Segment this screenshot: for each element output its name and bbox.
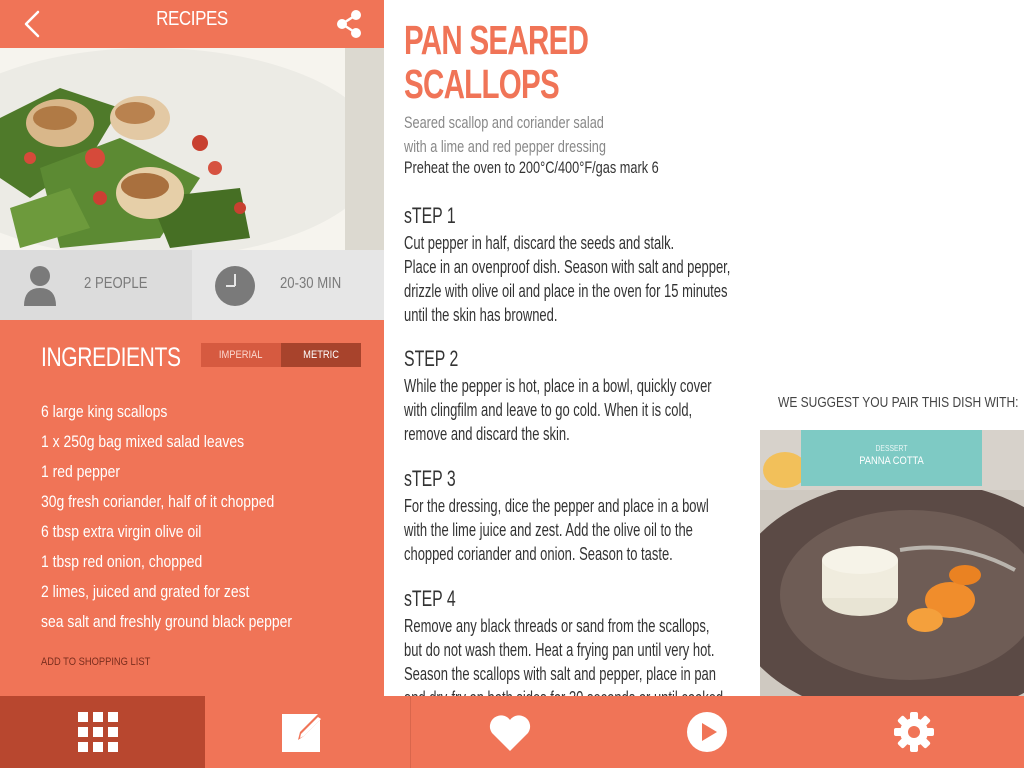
step-2: STEP 2 While the pepper is hot, place in… bbox=[404, 344, 735, 446]
edit-icon bbox=[282, 712, 324, 752]
heart-icon bbox=[489, 715, 531, 751]
tab-favorites[interactable] bbox=[411, 696, 607, 768]
recipe-photo bbox=[0, 48, 384, 250]
imperial-toggle[interactable]: IMPERIAL bbox=[201, 343, 281, 367]
step-heading: STEP 2 bbox=[404, 346, 459, 371]
person-icon bbox=[24, 266, 56, 306]
tab-play-video[interactable] bbox=[607, 696, 807, 768]
add-to-shopping-list-link[interactable]: ADD TO SHOPPING LIST bbox=[41, 656, 150, 668]
ingredients-title: INGREDIENTS bbox=[41, 342, 181, 372]
pairing-badge[interactable]: DESSERT PANNA COTTA bbox=[801, 430, 982, 486]
grid-icon bbox=[78, 712, 118, 752]
top-bar: RECIPES bbox=[0, 0, 384, 48]
pairing-card[interactable]: DESSERT PANNA COTTA bbox=[760, 430, 1024, 696]
servings-label: 2 PEOPLE bbox=[84, 275, 148, 292]
ingredient-item: 1 tbsp red onion, chopped bbox=[41, 552, 203, 571]
tab-settings[interactable] bbox=[807, 696, 1024, 768]
step-body: While the pepper is hot, place in a bowl… bbox=[404, 376, 712, 444]
recipe-content[interactable]: PAN SEARED SCALLOPS Seared scallop and c… bbox=[384, 0, 760, 696]
ingredient-item: 1 red pepper bbox=[41, 462, 121, 481]
time-label: 20-30 MIN bbox=[280, 275, 342, 292]
tab-recipes-grid[interactable] bbox=[0, 696, 205, 768]
step-1: sTEP 1 Cut pepper in half, discard the s… bbox=[404, 201, 735, 327]
ingredient-item: 2 limes, juiced and grated for zest bbox=[41, 582, 250, 601]
play-icon bbox=[687, 712, 727, 752]
time-cell: 20-30 MIN bbox=[192, 250, 384, 320]
step-3: sTEP 3 For the dressing, dice the pepper… bbox=[404, 464, 735, 566]
ingredient-item: 6 tbsp extra virgin olive oil bbox=[41, 522, 202, 541]
step-body: For the dressing, dice the pepper and pl… bbox=[404, 496, 709, 564]
metric-toggle[interactable]: METRIC bbox=[281, 343, 361, 367]
recipe-meta: 2 PEOPLE 20-30 MIN bbox=[0, 250, 384, 320]
pairing-category: DESSERT bbox=[875, 444, 908, 453]
ingredients-list: 6 large king scallops 1 x 250g bag mixed… bbox=[41, 400, 347, 640]
bottom-tab-bar bbox=[0, 696, 1024, 768]
preheat-instruction: Preheat the oven to 200°C/400°F/gas mark… bbox=[404, 158, 659, 177]
ingredient-item: 30g fresh coriander, half of it chopped bbox=[41, 492, 275, 511]
step-body: Cut pepper in half, discard the seeds an… bbox=[404, 233, 731, 325]
ingredient-item: sea salt and freshly ground black pepper bbox=[41, 612, 293, 631]
step-4: sTEP 4 Remove any black threads or sand … bbox=[404, 584, 735, 696]
gear-icon bbox=[894, 712, 934, 752]
pairing-panel: WE SUGGEST YOU PAIR THIS DISH WITH: DESS… bbox=[760, 0, 1024, 696]
recipe-title: PAN SEARED SCALLOPS bbox=[404, 17, 589, 107]
pairing-dish-name: PANNA COTTA bbox=[859, 455, 924, 467]
tab-notes[interactable] bbox=[205, 696, 410, 768]
left-panel: RECIPES 2 PEOPLE 20-30 MIN INGREDIENTS I… bbox=[0, 0, 384, 696]
ingredient-item: 6 large king scallops bbox=[41, 402, 168, 421]
servings-cell: 2 PEOPLE bbox=[0, 250, 192, 320]
share-icon[interactable] bbox=[334, 8, 364, 40]
step-heading: sTEP 1 bbox=[404, 203, 456, 228]
ingredient-item: 1 x 250g bag mixed salad leaves bbox=[41, 432, 245, 451]
unit-toggle: IMPERIAL METRIC bbox=[201, 343, 361, 367]
step-heading: sTEP 4 bbox=[404, 586, 456, 611]
pairing-label: WE SUGGEST YOU PAIR THIS DISH WITH: bbox=[778, 394, 1019, 411]
step-body: Remove any black threads or sand from th… bbox=[404, 616, 723, 696]
recipe-subtitle: Seared scallop and coriander salad with … bbox=[404, 113, 606, 156]
ingredients-panel: INGREDIENTS IMPERIAL METRIC 6 large king… bbox=[0, 320, 384, 696]
header-title: RECIPES bbox=[156, 8, 228, 30]
clock-icon bbox=[215, 266, 255, 306]
step-heading: sTEP 3 bbox=[404, 466, 456, 491]
